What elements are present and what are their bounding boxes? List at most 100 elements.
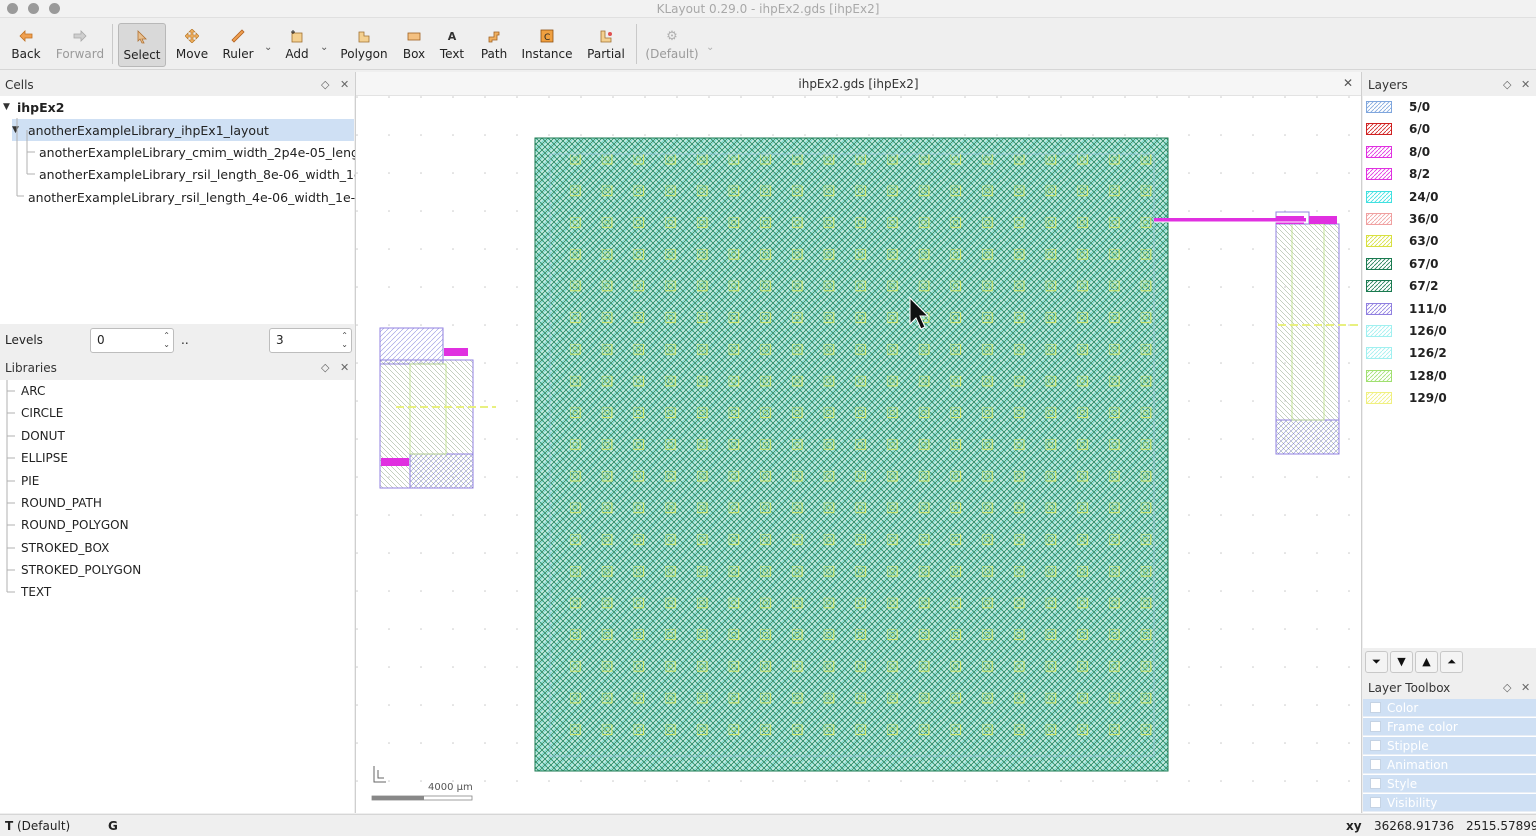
layer-row[interactable]: 111/0	[1363, 298, 1536, 320]
float-icon[interactable]: ◇	[1503, 78, 1511, 91]
layer-row[interactable]: 128/0	[1363, 365, 1536, 387]
toolbox-checkbox[interactable]	[1370, 740, 1381, 751]
layer-row[interactable]: 36/0	[1363, 208, 1536, 230]
library-item[interactable]: ROUND_PATH	[21, 492, 102, 514]
library-item[interactable]: ELLIPSE	[21, 447, 68, 469]
layer-swatch-icon	[1366, 347, 1392, 360]
move-layer-up-button[interactable]: ▲	[1415, 651, 1438, 673]
toolbox-frame-color-section[interactable]: Frame color	[1363, 718, 1536, 736]
cell-tree-item[interactable]: anotherExampleLibrary_rsil_length_4e-06_…	[28, 186, 389, 208]
layer-name: 5/0	[1409, 100, 1431, 114]
toolbox-animation-section[interactable]: Animation	[1363, 756, 1536, 774]
levels-to-spinbox[interactable]: 3 ⌃ ⌄	[269, 328, 352, 353]
box-button[interactable]: Box	[398, 23, 430, 67]
add-dropdown-chevron-icon[interactable]: ⌄	[320, 42, 330, 53]
layer-swatch-icon	[1366, 280, 1392, 293]
cell-tree-item[interactable]: anotherExampleLibrary_cmim_width_2p4e-05…	[39, 141, 384, 163]
layer-swatch-icon	[1366, 213, 1392, 225]
layer-row[interactable]: 24/0	[1363, 186, 1536, 208]
spin-arrows-icon[interactable]: ⌃ ⌄	[341, 331, 348, 349]
default-mode-chevron-icon[interactable]: ⌄	[706, 42, 716, 53]
toolbox-style-section[interactable]: Style	[1363, 775, 1536, 793]
text-button[interactable]: A Text	[436, 23, 468, 67]
arrow-right-icon	[70, 27, 90, 45]
partial-button[interactable]: Partial	[582, 23, 630, 67]
layer-row[interactable]: 126/0	[1363, 320, 1536, 342]
float-icon[interactable]: ◇	[1503, 681, 1511, 694]
float-icon[interactable]: ◇	[321, 361, 329, 374]
layer-name: 63/0	[1409, 234, 1439, 249]
tree-lines	[6, 380, 15, 593]
back-button[interactable]: Back	[6, 23, 46, 67]
layout-drawing[interactable]	[356, 96, 1361, 813]
levels-from-spinbox[interactable]: 0 ⌃ ⌄	[90, 328, 174, 353]
library-item[interactable]: PIE	[21, 470, 39, 492]
status-coord-label: xy	[1346, 819, 1362, 833]
close-icon[interactable]: ✕	[1343, 76, 1353, 90]
layer-swatch-icon	[1366, 302, 1392, 315]
toolbox-stipple-section[interactable]: Stipple	[1363, 737, 1536, 755]
layer-row[interactable]: 129/0	[1363, 387, 1536, 409]
library-item[interactable]: DONUT	[21, 425, 65, 447]
layer-swatch-icon	[1366, 168, 1392, 181]
close-icon[interactable]: ✕	[1521, 78, 1530, 91]
status-grid: G	[108, 819, 118, 833]
close-icon[interactable]: ✕	[1521, 681, 1530, 694]
toolbox-color-section[interactable]: Color	[1363, 699, 1536, 717]
ruler-button[interactable]: Ruler	[218, 23, 258, 67]
layer-row[interactable]: 126/2	[1363, 342, 1536, 364]
layer-name: 126/0	[1409, 324, 1447, 338]
toolbox-visibility-section[interactable]: Visibility	[1363, 794, 1536, 812]
status-y-coord: 2515.57899	[1466, 819, 1536, 833]
layer-name: 8/0	[1409, 144, 1431, 159]
layers-list: 5/0 6/0 8/0 8/2 24/0 36/0 63/0 67/0 67/2 111/0 126…	[1363, 96, 1536, 648]
move-layer-down-button[interactable]: ▼	[1390, 651, 1413, 673]
cell-tree-item[interactable]: ▼ anotherExampleLibrary_ihpEx1_layout	[12, 119, 354, 141]
library-item[interactable]: STROKED_BOX	[21, 537, 109, 559]
polygon-button[interactable]: Polygon	[336, 23, 392, 67]
toolbox-checkbox[interactable]	[1370, 721, 1381, 732]
toolbox-checkbox[interactable]	[1370, 778, 1381, 789]
layer-row[interactable]: 67/2	[1363, 275, 1536, 297]
cell-tree-item[interactable]: anotherExampleLibrary_rsil_length_8e-06_…	[39, 163, 386, 185]
move-layer-bottom-button[interactable]: ⏷	[1365, 651, 1388, 673]
float-icon[interactable]: ◇	[321, 78, 329, 91]
toolbox-checkbox[interactable]	[1370, 759, 1381, 770]
layer-row[interactable]: 63/0	[1363, 230, 1536, 252]
layer-name: 36/0	[1409, 212, 1439, 226]
layer-name: 126/2	[1409, 346, 1447, 361]
spin-arrows-icon[interactable]: ⌃ ⌄	[163, 331, 170, 349]
toolbox-checkbox[interactable]	[1370, 702, 1381, 713]
layer-row[interactable]: 6/0	[1363, 118, 1536, 140]
toolbox-checkbox[interactable]	[1370, 797, 1381, 808]
layer-row[interactable]: 67/0	[1363, 253, 1536, 275]
default-mode-button[interactable]: ⚙ (Default)	[644, 23, 700, 67]
layout-view[interactable]: ihpEx2.gds [ihpEx2] ✕ 4000 µm	[355, 72, 1362, 813]
library-item[interactable]: ARC	[21, 380, 45, 402]
add-button[interactable]: Add	[278, 23, 316, 67]
layer-row[interactable]: 8/2	[1363, 163, 1536, 185]
layer-name: 24/0	[1409, 189, 1439, 204]
path-button[interactable]: Path	[474, 23, 514, 67]
layer-row[interactable]: 8/0	[1363, 141, 1536, 163]
libraries-list: ARC CIRCLE DONUT ELLIPSE PIE ROUND_PATH …	[0, 380, 354, 813]
close-icon[interactable]: ✕	[340, 361, 349, 374]
layer-name: 67/0	[1409, 256, 1439, 271]
move-button[interactable]: Move	[172, 23, 212, 67]
layer-swatch-icon	[1366, 123, 1392, 136]
library-item[interactable]: CIRCLE	[21, 402, 63, 424]
move-layer-top-button[interactable]: ⏶	[1440, 651, 1463, 673]
window-title: KLayout 0.29.0 - ihpEx2.gds [ihpEx2]	[656, 2, 880, 16]
library-item[interactable]: TEXT	[21, 581, 51, 603]
instance-button[interactable]: C Instance	[520, 23, 574, 67]
library-item[interactable]: STROKED_POLYGON	[21, 559, 141, 581]
select-button[interactable]: Select	[118, 23, 166, 67]
layer-row[interactable]: 5/0	[1363, 96, 1536, 118]
close-icon[interactable]: ✕	[340, 78, 349, 91]
library-item[interactable]: ROUND_POLYGON	[21, 514, 129, 536]
layer-swatch-icon	[1366, 325, 1392, 337]
ruler-dropdown-chevron-icon[interactable]: ⌄	[264, 42, 274, 53]
status-mode-key: T	[5, 819, 14, 833]
path-icon	[484, 27, 504, 45]
forward-button[interactable]: Forward	[54, 23, 106, 67]
